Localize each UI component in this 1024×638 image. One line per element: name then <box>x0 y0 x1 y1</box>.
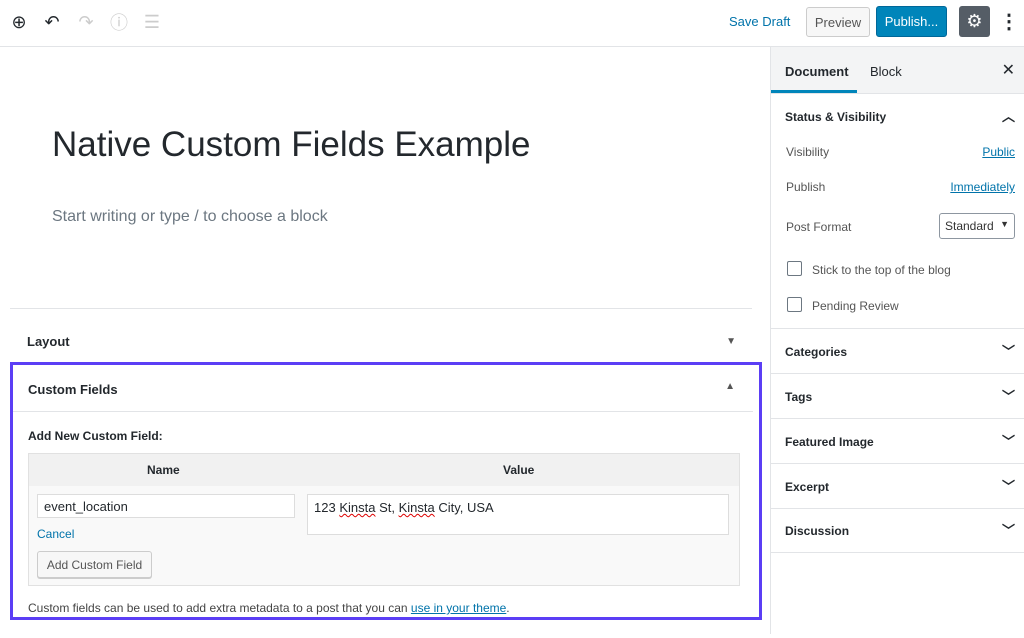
post-format-select[interactable]: Standard ▼ <box>939 213 1015 239</box>
redo-icon[interactable]: ↷ <box>75 11 97 33</box>
top-toolbar: ⊕ ↶ ↷ ⓘ ☰ Save Draft Preview Publish... … <box>0 0 1024 47</box>
panel-title: Excerpt <box>785 480 830 494</box>
layout-title: Layout <box>27 334 70 349</box>
chevron-up-icon[interactable]: ︿ <box>1002 106 1015 125</box>
value-text: St, <box>375 500 399 515</box>
note-end: . <box>506 601 510 615</box>
panel-title: Tags <box>785 390 813 404</box>
cancel-link[interactable]: Cancel <box>37 527 74 541</box>
custom-fields-note: Custom fields can be used to add extra m… <box>28 601 510 615</box>
chevron-down-icon: ﹀ <box>1001 389 1015 404</box>
pending-review-label: Pending Review <box>812 299 899 313</box>
add-block-icon[interactable]: ⊕ <box>8 11 30 33</box>
add-custom-field-button[interactable]: Add Custom Field <box>37 551 152 578</box>
chevron-down-icon: ﹀ <box>1001 479 1015 494</box>
undo-icon[interactable]: ↶ <box>41 11 63 33</box>
active-tab-indicator <box>771 90 857 93</box>
value-text: Kinsta <box>398 500 435 515</box>
dropdown-arrow-icon: ▼ <box>1000 219 1009 229</box>
publish-label: Publish <box>786 180 826 194</box>
custom-fields-header[interactable]: Custom Fields ▲ <box>13 365 753 412</box>
status-visibility-title[interactable]: Status & Visibility <box>785 110 886 124</box>
settings-gear-icon[interactable]: ⚙ <box>959 6 990 37</box>
save-draft-button[interactable]: Save Draft <box>729 14 790 29</box>
add-new-label: Add New Custom Field: <box>28 429 163 443</box>
more-options-icon[interactable]: ⋮ <box>999 8 1019 36</box>
publish-button[interactable]: Publish... <box>876 6 947 37</box>
use-in-theme-link[interactable]: use in your theme <box>411 601 506 615</box>
preview-button[interactable]: Preview <box>806 7 870 37</box>
sticky-label: Stick to the top of the blog <box>812 263 951 277</box>
visibility-link[interactable]: Public <box>982 145 1015 159</box>
chevron-down-icon: ﹀ <box>1001 434 1015 449</box>
publish-date-link[interactable]: Immediately <box>950 180 1015 194</box>
value-column-header: Value <box>503 463 535 477</box>
sticky-checkbox[interactable] <box>787 261 802 276</box>
panel-categories[interactable]: Categories ﹀ <box>771 329 1024 374</box>
triangle-up-icon[interactable]: ▲ <box>725 381 735 392</box>
field-value-textarea[interactable]: 123 Kinsta St, Kinsta City, USA <box>307 494 729 535</box>
status-visibility-panel: Status & Visibility ︿ Visibility Public … <box>771 94 1024 329</box>
sidebar-tabs: Document Block ✕ <box>771 47 1024 94</box>
panel-featured-image[interactable]: Featured Image ﹀ <box>771 419 1024 464</box>
info-icon[interactable]: ⓘ <box>108 11 130 33</box>
layout-panel[interactable]: Layout ▼ <box>10 309 752 363</box>
value-text: City, USA <box>434 500 494 515</box>
value-text: 123 <box>314 500 340 515</box>
tab-block[interactable]: Block <box>870 64 902 79</box>
panel-tags[interactable]: Tags ﹀ <box>771 374 1024 419</box>
triangle-down-icon[interactable]: ▼ <box>726 336 736 347</box>
pending-review-checkbox[interactable] <box>787 297 802 312</box>
panel-discussion[interactable]: Discussion ﹀ <box>771 509 1024 553</box>
tab-document[interactable]: Document <box>785 64 849 79</box>
post-format-label: Post Format <box>786 220 852 234</box>
chevron-down-icon: ﹀ <box>1001 344 1015 359</box>
close-icon[interactable]: ✕ <box>1002 60 1015 80</box>
custom-fields-title: Custom Fields <box>28 382 118 397</box>
name-column-header: Name <box>147 463 180 477</box>
panel-excerpt[interactable]: Excerpt ﹀ <box>771 464 1024 509</box>
post-format-value: Standard <box>945 219 994 233</box>
note-text: Custom fields can be used to add extra m… <box>28 601 411 615</box>
block-placeholder[interactable]: Start writing or type / to choose a bloc… <box>52 208 328 226</box>
panel-title: Categories <box>785 345 848 359</box>
panel-title: Discussion <box>785 524 850 538</box>
value-text: Kinsta <box>339 500 376 515</box>
custom-fields-panel: Custom Fields ▲ Add New Custom Field: Na… <box>10 362 762 620</box>
settings-sidebar: Document Block ✕ Status & Visibility ︿ V… <box>770 47 1024 634</box>
outline-icon[interactable]: ☰ <box>141 11 163 33</box>
post-title[interactable]: Native Custom Fields Example <box>52 125 531 165</box>
panel-title: Featured Image <box>785 435 874 449</box>
field-name-input[interactable]: event_location <box>37 494 295 518</box>
custom-field-table: Name Value event_location 123 Kinsta St,… <box>28 453 740 586</box>
chevron-down-icon: ﹀ <box>1001 523 1015 538</box>
visibility-label: Visibility <box>786 145 830 159</box>
table-header: Name Value <box>29 454 739 486</box>
